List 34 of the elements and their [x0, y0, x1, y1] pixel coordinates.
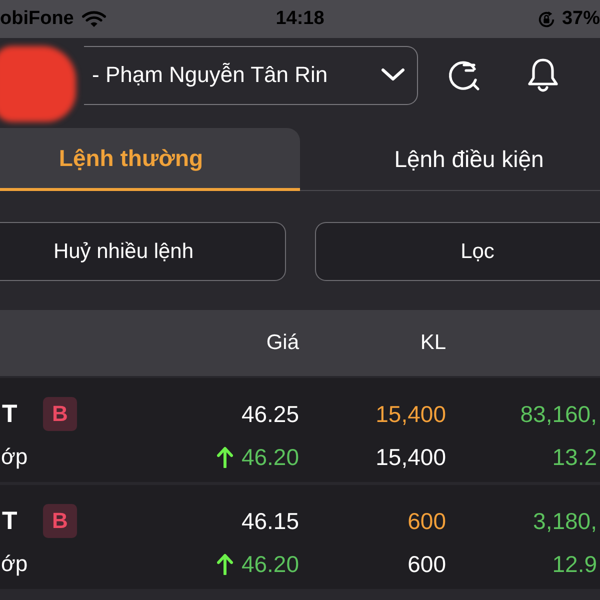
matched-volume: 600	[408, 550, 446, 578]
matched-price: 46.20	[241, 550, 299, 578]
carrier-name: obiFone	[0, 8, 74, 30]
chevron-down-icon	[381, 68, 405, 82]
order-status: ớp	[0, 444, 28, 470]
cancel-orders-button[interactable]: Huỷ nhiều lệnh	[0, 222, 286, 281]
stock-symbol: T	[1, 400, 18, 428]
order-row[interactable]: T B 46.25 15,400 83,160, ớp 46.20 15,400 13.2	[0, 378, 600, 482]
bell-icon[interactable]	[526, 57, 560, 93]
tab[interactable]: Lệnh thường	[0, 128, 300, 191]
column-header: KL	[420, 331, 446, 355]
clock-time: 14:18	[276, 8, 324, 30]
side-badge: B	[43, 397, 77, 431]
order-volume: 600	[408, 508, 446, 534]
table-cell: 83,160,	[520, 400, 597, 428]
order-status: ớp	[0, 551, 28, 577]
order-price: 46.25	[241, 400, 299, 428]
order-volume: 15,400	[376, 400, 446, 428]
order-price: 46.15	[241, 508, 299, 534]
wifi-icon	[82, 10, 106, 28]
order-row[interactable]: T B 46.15 600 3,180, ớp 46.20 600 12.9	[0, 485, 600, 589]
filter-button[interactable]: Lọc	[315, 222, 600, 281]
account-dropdown[interactable]: - Phạm Nguyễn Tân Rin	[84, 46, 418, 104]
side-badge: B	[43, 504, 77, 538]
column-header: Giá	[266, 331, 299, 355]
table-cell: 12.9	[552, 550, 597, 578]
table-cell: 3,180,	[533, 508, 597, 534]
matched-price: 46.20	[241, 444, 299, 470]
tab[interactable]: Lệnh điều kiện	[300, 128, 600, 191]
table-cell: 13.2	[552, 444, 597, 470]
matched-volume: 15,400	[376, 444, 446, 470]
stock-symbol: T	[1, 506, 18, 536]
rotation-lock-icon	[536, 10, 556, 28]
battery-percent: 37%	[562, 8, 600, 30]
